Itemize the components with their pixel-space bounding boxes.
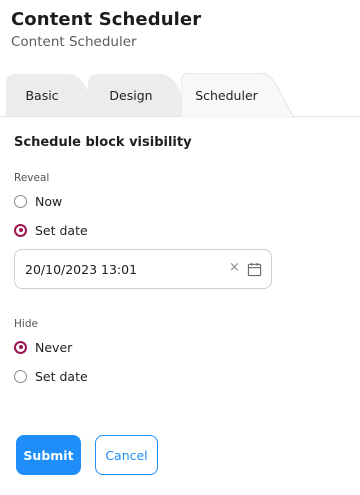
tab-design[interactable]: Design [88, 74, 194, 116]
hide-label: Hide [14, 318, 38, 330]
hide-never-label: Never [35, 339, 73, 355]
clear-icon[interactable]: × [229, 260, 240, 275]
hide-set-date-radio[interactable] [14, 369, 27, 383]
tab-scheduler-label: Scheduler [195, 88, 258, 103]
page-header: Content Scheduler Content Scheduler [11, 9, 201, 50]
tab-design-label: Design [109, 87, 153, 103]
reveal-now-label: Now [35, 193, 63, 209]
page-title: Content Scheduler [11, 9, 202, 30]
hide-never-option[interactable]: Never [14, 338, 72, 356]
reveal-now-option[interactable]: Now [14, 192, 62, 210]
section-title: Schedule block visibility [14, 135, 192, 150]
tab-bar: Basic Design Scheduler [0, 72, 360, 118]
reveal-date-input[interactable]: 20/10/2023 13:01 × [14, 249, 272, 289]
hide-never-radio[interactable] [14, 340, 27, 354]
reveal-set-date-radio[interactable] [14, 223, 27, 237]
submit-button[interactable]: Submit [16, 435, 81, 475]
hide-set-date-label: Set date [35, 368, 88, 384]
reveal-set-date-label: Set date [35, 222, 88, 238]
tab-basic-label: Basic [25, 87, 59, 103]
reveal-set-date-option[interactable]: Set date [14, 221, 88, 239]
tab-scheduler[interactable]: Scheduler [181, 73, 294, 118]
reveal-now-radio[interactable] [14, 194, 27, 208]
reveal-date-value: 20/10/2023 13:01 [25, 262, 138, 277]
page-subtitle: Content Scheduler [11, 34, 137, 50]
hide-set-date-option[interactable]: Set date [14, 367, 88, 385]
calendar-icon[interactable] [247, 262, 262, 277]
cancel-button[interactable]: Cancel [95, 435, 158, 475]
reveal-label: Reveal [14, 172, 50, 184]
